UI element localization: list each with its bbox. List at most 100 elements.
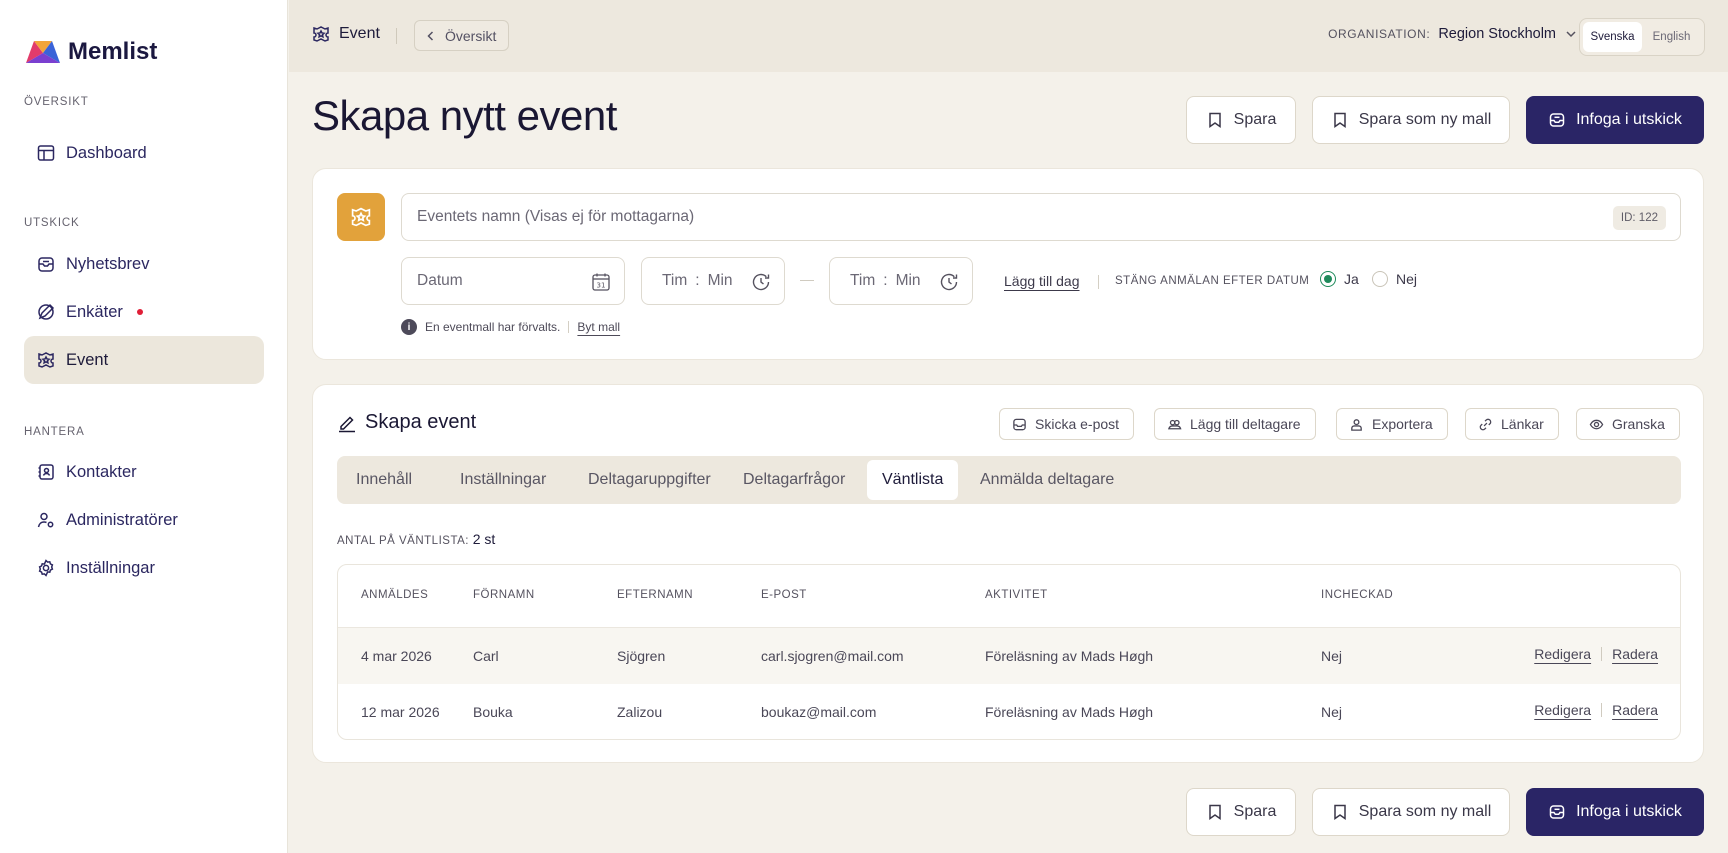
delete-link[interactable]: Radera (1612, 646, 1658, 662)
add-participant-button[interactable]: Lägg till deltagare (1154, 408, 1316, 440)
tab-deltagarfragor[interactable]: Deltagarfrågor (728, 460, 860, 500)
clock-icon (752, 273, 770, 291)
back-label: Översikt (445, 27, 497, 44)
end-sep: : (883, 272, 888, 289)
col-fornamn[interactable]: FÖRNAMN (473, 589, 535, 601)
row-actions: Redigera Radera (1534, 646, 1658, 662)
close-registration-label: STÄNG ANMÄLAN EFTER DATUM (1115, 275, 1310, 287)
back-to-overview-button[interactable]: Översikt (414, 20, 510, 51)
send-email-button[interactable]: Skicka e-post (999, 408, 1135, 440)
bookmark-icon (1208, 112, 1221, 128)
radio-nej[interactable]: Nej (1372, 271, 1417, 287)
event-type-icon[interactable] (337, 193, 385, 241)
radio-ja[interactable]: Ja (1320, 271, 1359, 287)
col-epost[interactable]: E-POST (761, 589, 807, 601)
topbar-section: Event (311, 24, 380, 44)
memlist-logo-icon (26, 41, 60, 63)
tab-deltagaruppgifter[interactable]: Deltagaruppgifter (573, 460, 726, 500)
edit-link[interactable]: Redigera (1534, 702, 1591, 718)
calendar-icon: 31 (592, 273, 610, 291)
save-as-template-button-bottom[interactable]: Spara som ny mall (1312, 788, 1510, 836)
sidebar-section-oversikt: ÖVERSIKT (24, 96, 89, 108)
save-as-template-button[interactable]: Spara som ny mall (1312, 96, 1510, 144)
cell-first-name: Carl (473, 648, 499, 664)
sidebar-item-nyhetsbrev[interactable]: Nyhetsbrev (24, 240, 264, 288)
tab-anmalda-deltagare[interactable]: Anmälda deltagare (965, 460, 1129, 500)
col-incheckad[interactable]: INCHECKAD (1321, 589, 1393, 601)
save-button-bottom[interactable]: Spara (1186, 788, 1296, 836)
editor-title-text: Skapa event (365, 411, 477, 433)
delete-link[interactable]: Radera (1612, 702, 1658, 718)
end-time-input[interactable]: Tim : Min (829, 257, 973, 305)
preview-button[interactable]: Granska (1576, 408, 1680, 440)
insert-label: Infoga i utskick (1576, 111, 1682, 128)
save-template-label: Spara som ny mall (1358, 111, 1492, 128)
save-label: Spara (1233, 803, 1277, 820)
language-svenska[interactable]: Svenska (1583, 22, 1642, 52)
col-aktivitet[interactable]: AKTIVITET (985, 589, 1048, 601)
waitlist-count-value: 2 st (472, 531, 496, 547)
sidebar-item-administratorer[interactable]: Administratörer (24, 496, 264, 544)
edit-link[interactable]: Redigera (1534, 646, 1591, 662)
topbar-section-label: Event (339, 25, 380, 42)
notification-dot (136, 309, 143, 315)
event-editor-card: Skapa event Skicka e-post Lägg till delt… (312, 384, 1704, 763)
bookmark-icon (1334, 112, 1346, 128)
tab-innehall[interactable]: Innehåll (341, 460, 427, 500)
page-title: Skapa nytt event (312, 92, 617, 139)
survey-icon (38, 303, 55, 320)
save-template-label: Spara som ny mall (1358, 803, 1492, 820)
organisation-select[interactable]: ORGANISATION: Region Stockholm (1328, 26, 1578, 42)
cell-activity: Föreläsning av Mads Høgh (985, 704, 1154, 720)
export-icon (1351, 418, 1362, 431)
links-label: Länkar (1501, 416, 1544, 432)
bookmark-icon (1208, 804, 1221, 820)
mail-tray-icon (1549, 805, 1565, 819)
insert-into-mailing-button[interactable]: Infoga i utskick (1526, 96, 1704, 144)
preview-label: Granska (1612, 416, 1665, 432)
start-time-input[interactable]: Tim : Min (641, 257, 785, 305)
col-anmaldes[interactable]: ANMÄLDES (361, 589, 428, 601)
cell-last-name: Sjögren (617, 648, 666, 664)
links-button[interactable]: Länkar (1465, 408, 1559, 440)
change-template-link[interactable]: Byt mall (577, 320, 620, 334)
start-minute: Min (707, 272, 733, 289)
language-english[interactable]: English (1642, 22, 1701, 52)
add-people-icon (1168, 419, 1182, 429)
mail-icon (1013, 418, 1026, 430)
export-button[interactable]: Exportera (1336, 408, 1448, 440)
sidebar-item-label: Administratörer (66, 510, 178, 529)
save-button[interactable]: Spara (1186, 96, 1296, 144)
date-placeholder: Datum (417, 272, 463, 289)
tab-installningar[interactable]: Inställningar (445, 460, 561, 500)
col-efternamn[interactable]: EFTERNAMN (617, 589, 693, 601)
insert-into-mailing-button-bottom[interactable]: Infoga i utskick (1526, 788, 1704, 836)
chevron-down-icon (1566, 31, 1576, 38)
editor-tabs: Innehåll Inställningar Deltagaruppgifter… (337, 456, 1681, 504)
dashboard-icon (37, 145, 55, 161)
add-day-link[interactable]: Lägg till dag (1004, 273, 1080, 289)
radio-circle-selected (1320, 271, 1336, 287)
save-label: Spara (1233, 111, 1277, 128)
memlist-logo[interactable]: Memlist (24, 38, 157, 66)
sidebar-item-label: Dashboard (66, 143, 147, 162)
sidebar-item-event[interactable]: Event (24, 336, 264, 384)
sidebar-item-enkater[interactable]: Enkäter (24, 288, 264, 336)
template-info: i En eventmall har förvalts. Byt mall (401, 319, 620, 335)
time-range-dash (800, 280, 814, 281)
event-name-input[interactable]: Eventets namn (Visas ej för mottagarna) … (401, 193, 1681, 241)
sidebar-item-kontakter[interactable]: Kontakter (24, 448, 264, 496)
insert-label: Infoga i utskick (1576, 803, 1682, 820)
sidebar-item-installningar[interactable]: Inställningar (24, 544, 264, 592)
event-form-card: Eventets namn (Visas ej för mottagarna) … (312, 168, 1704, 360)
cell-last-name: Zalizou (617, 704, 663, 720)
eye-icon (1589, 419, 1604, 429)
sidebar-item-dashboard[interactable]: Dashboard (24, 129, 264, 177)
app-name: Memlist (68, 38, 158, 65)
end-hour: Tim (850, 272, 876, 289)
edit-pen-icon (339, 415, 355, 432)
waitlist-count-label: ANTAL PÅ VÄNTLISTA: (337, 535, 469, 547)
newsletter-icon (38, 257, 54, 272)
date-input[interactable]: Datum 31 (401, 257, 625, 305)
tab-vantlista[interactable]: Väntlista (867, 460, 959, 500)
